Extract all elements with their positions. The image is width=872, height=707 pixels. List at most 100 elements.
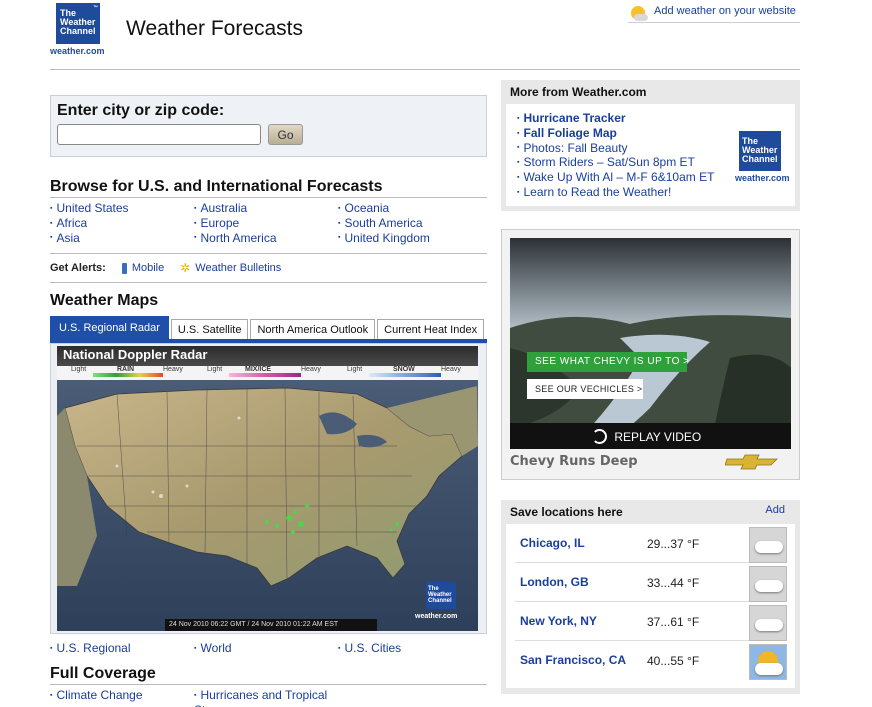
tab-us-satellite[interactable]: U.S. Satellite: [170, 319, 249, 340]
saved-inner: Chicago, IL 29...37 °F London, GB 33...4…: [506, 524, 795, 688]
map-timestamp: 24 Nov 2010 06:22 GMT / 24 Nov 2010 01:2…: [165, 619, 377, 631]
cloudy-icon: [749, 605, 787, 641]
browse-oceania[interactable]: Oceania: [338, 201, 487, 216]
more-hurricane-tracker[interactable]: Hurricane Tracker: [517, 111, 714, 126]
add-weather-link[interactable]: Add weather on your website: [628, 3, 800, 23]
legend-snow-heavy: Heavy: [441, 366, 461, 373]
alerts-label: Get Alerts:: [50, 262, 106, 274]
map-twc-logo: The Weather Channel: [426, 582, 456, 609]
location-row[interactable]: New York, NY 37...61 °F: [515, 602, 787, 641]
legend-rain-bar: [93, 373, 163, 377]
header-divider: [50, 69, 800, 70]
browse-heading: Browse for U.S. and International Foreca…: [50, 178, 487, 198]
legend-rain: RAIN: [117, 366, 135, 373]
search-input[interactable]: [57, 124, 261, 145]
replay-icon: [592, 429, 607, 444]
add-weather-label: Add weather on your website: [654, 5, 796, 17]
map-tabs: U.S. Regional Radar U.S. Satellite North…: [50, 316, 487, 340]
map-title-bar: National Doppler Radar: [57, 346, 478, 366]
more-heading: More from Weather.com: [510, 85, 647, 99]
map-link-us-regional[interactable]: U.S. Regional: [50, 641, 194, 656]
location-temp: 37...61 °F: [647, 615, 700, 629]
location-city[interactable]: Chicago, IL: [520, 536, 585, 550]
more-inner: Hurricane Tracker Fall Foliage Map Photo…: [506, 104, 795, 206]
weather-bulletins-link[interactable]: ✲ Weather Bulletins: [180, 261, 281, 275]
location-city[interactable]: London, GB: [520, 575, 589, 589]
tab-current-heat-index[interactable]: Current Heat Index: [377, 319, 485, 340]
ad-landscape-image: [510, 238, 791, 449]
legend-mix: MIX/ICE: [245, 366, 272, 373]
browse-africa[interactable]: Africa: [50, 216, 194, 231]
chevy-bowtie-logo: [725, 454, 778, 470]
browse-united-kingdom[interactable]: United Kingdom: [338, 231, 487, 246]
cloudy-icon: [749, 566, 787, 602]
legend-snow-light: Light: [347, 366, 363, 373]
more-logo-box: The Weather Channel: [739, 131, 781, 171]
saved-locations-box: Save locations here Add Chicago, IL 29..…: [501, 500, 800, 694]
page-title: Weather Forecasts: [126, 17, 304, 40]
map-link-us-cities[interactable]: U.S. Cities: [338, 641, 487, 656]
saved-heading: Save locations here: [510, 505, 623, 519]
legend-rain-light: Light: [71, 366, 87, 373]
radar-map-image: [57, 380, 478, 631]
legend-snow-bar: [369, 373, 441, 377]
weather-maps-heading: Weather Maps: [50, 292, 159, 309]
chevy-ad[interactable]: SEE WHAT CHEVY IS UP TO > SEE OUR VECHIC…: [501, 229, 800, 480]
browse-australia[interactable]: Australia: [194, 201, 338, 216]
location-city[interactable]: San Francisco, CA: [520, 653, 626, 667]
map-logo-url: weather.com: [415, 613, 458, 620]
more-logo-line-3: Channel: [742, 154, 778, 164]
mobile-phone-icon: [121, 262, 127, 274]
location-row[interactable]: London, GB 33...44 °F: [515, 563, 787, 602]
more-twc-logo[interactable]: The Weather Channel weather.com: [735, 131, 790, 183]
more-learn-to-read[interactable]: Learn to Read the Weather!: [517, 185, 714, 200]
more-from-weather-box: More from Weather.com Hurricane Tracker …: [501, 80, 800, 211]
browse-south-america[interactable]: South America: [338, 216, 487, 231]
location-city[interactable]: New York, NY: [520, 614, 597, 628]
tab-us-regional-radar[interactable]: U.S. Regional Radar: [50, 316, 169, 340]
legend-rain-heavy: Heavy: [163, 366, 183, 373]
go-button[interactable]: Go: [268, 124, 303, 145]
location-row[interactable]: Chicago, IL 29...37 °F: [515, 524, 787, 563]
ad-image: SEE WHAT CHEVY IS UP TO > SEE OUR VECHIC…: [510, 238, 791, 449]
coverage-hurricanes[interactable]: Hurricanes and Tropical Storms: [194, 688, 338, 707]
see-what-chevy-button[interactable]: SEE WHAT CHEVY IS UP TO >: [527, 352, 689, 372]
location-temp: 33...44 °F: [647, 576, 700, 590]
sun-cloud-icon: [628, 3, 648, 23]
bulletins-label: Weather Bulletins: [195, 262, 282, 274]
more-wake-up-with-al[interactable]: Wake Up With Al – M-F 6&10am ET: [517, 170, 714, 185]
legend-mix-heavy: Heavy: [301, 366, 321, 373]
map-title: National Doppler Radar: [63, 347, 208, 362]
twc-logo-box: ™ The Weather Channel: [56, 3, 100, 44]
radar-map[interactable]: National Doppler Radar Light RAIN Heavy …: [57, 346, 478, 631]
browse-asia[interactable]: Asia: [50, 231, 194, 246]
browse-europe[interactable]: Europe: [194, 216, 338, 231]
browse-united-states[interactable]: United States: [50, 201, 194, 216]
see-our-vehicles-button[interactable]: SEE OUR VECHICLES >: [527, 379, 643, 399]
tab-north-america-outlook[interactable]: North America Outlook: [250, 319, 376, 340]
search-label: Enter city or zip code:: [57, 102, 225, 119]
add-location-link[interactable]: Add: [765, 504, 785, 516]
cloudy-icon: [749, 527, 787, 563]
location-row[interactable]: San Francisco, CA 40...55 °F: [515, 641, 787, 680]
mobile-alerts-link[interactable]: Mobile: [121, 262, 165, 274]
coverage-list: Climate Change Hurricanes and Tropical S…: [50, 688, 487, 707]
alerts-bar: Get Alerts: Mobile ✲ Weather Bulletins: [50, 253, 487, 283]
browse-north-america[interactable]: North America: [194, 231, 338, 246]
more-photos-fall-beauty[interactable]: Photos: Fall Beauty: [517, 141, 714, 156]
mobile-label: Mobile: [131, 262, 165, 274]
replay-video-button[interactable]: REPLAY VIDEO: [510, 423, 791, 449]
full-coverage-heading: Full Coverage: [50, 665, 487, 685]
more-list: Hurricane Tracker Fall Foliage Map Photo…: [517, 111, 714, 200]
legend-snow: SNOW: [393, 366, 415, 373]
legend-mix-bar: [229, 373, 301, 377]
partly-sunny-icon: [749, 644, 787, 680]
coverage-climate-change[interactable]: Climate Change: [50, 688, 194, 707]
ad-tagline: Chevy Runs Deep: [510, 454, 638, 469]
location-temp: 29...37 °F: [647, 537, 700, 551]
more-storm-riders[interactable]: Storm Riders – Sat/Sun 8pm ET: [517, 155, 714, 170]
map-link-world[interactable]: World: [194, 641, 338, 656]
logo-url: weather.com: [50, 46, 105, 56]
more-fall-foliage-map[interactable]: Fall Foliage Map: [517, 126, 714, 141]
twc-logo[interactable]: ™ The Weather Channel weather.com: [50, 3, 106, 57]
